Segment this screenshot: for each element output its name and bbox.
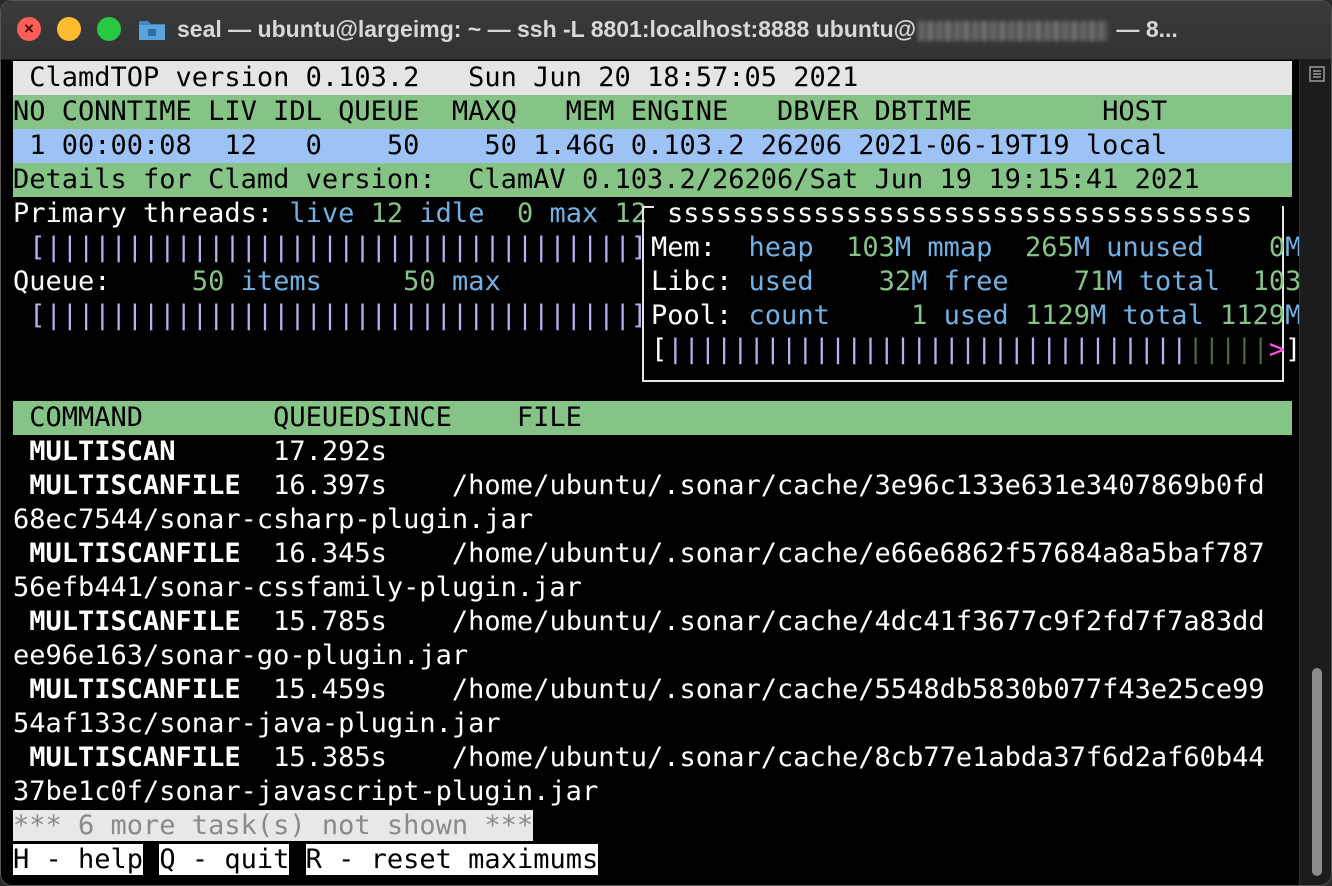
libc-free-label: free xyxy=(943,266,1009,297)
threads-live-value: 12 xyxy=(370,198,404,229)
threads-line: Primary threads: live 12 idle 0 max 12 xyxy=(13,197,647,231)
queue-bar: [||||||||||||||||||||||||||||||||||||] xyxy=(13,300,647,331)
libc-total-label: total xyxy=(1138,266,1221,297)
task-row[interactable]: MULTISCAN 17.292s xyxy=(13,435,387,469)
task-file-cont: ee96e163/sonar-go-plugin.jar xyxy=(13,640,469,671)
mem-line: Mem: heap 103M mmap 265M unused 0M xyxy=(651,232,1302,263)
pool-bar-empty: ||||| xyxy=(1187,334,1269,365)
redacted-host xyxy=(918,20,1109,41)
pool-bar-fill: |||||||||||||||||||||||||||||||| xyxy=(667,334,1188,365)
more-tasks-notice: *** 6 more task(s) not shown *** xyxy=(13,810,534,841)
libc-used-label: used xyxy=(748,266,814,297)
pool-label: Pool: xyxy=(651,300,733,331)
details-line: Details for Clamd version: ClamAV 0.103.… xyxy=(13,163,1292,197)
pool-count-value: 1 xyxy=(911,300,928,331)
task-row[interactable]: MULTISCANFILE 15.459s /home/ubuntu/.sona… xyxy=(13,673,1265,707)
threads-bar: [||||||||||||||||||||||||||||||||||||] xyxy=(13,232,647,263)
libc-free-value: 71 xyxy=(1073,266,1107,297)
window-title-prefix: seal — ubuntu@largeimg: ~ — ssh -L 8801:… xyxy=(177,16,917,42)
mmap-value: 265 xyxy=(1024,232,1074,263)
threads-live-label: live xyxy=(289,198,355,229)
window-title: seal — ubuntu@largeimg: ~ — ssh -L 8801:… xyxy=(177,13,1319,45)
libc-label: Libc: xyxy=(651,266,733,297)
queue-label: Queue: xyxy=(13,266,111,297)
queue-max-value: 50 xyxy=(403,266,436,297)
threads-label: Primary threads: xyxy=(13,198,290,229)
task-row[interactable]: MULTISCANFILE 15.785s /home/ubuntu/.sona… xyxy=(13,605,1265,639)
help-key[interactable]: H - help xyxy=(13,844,144,875)
close-button[interactable]: × xyxy=(17,17,41,41)
task-command: MULTISCAN xyxy=(13,436,176,467)
reset-maximums-key[interactable]: R - reset maximums xyxy=(305,844,599,875)
task-command: MULTISCANFILE xyxy=(13,674,241,705)
task-since: 16.397s xyxy=(240,470,387,501)
task-command: MULTISCANFILE xyxy=(13,538,241,569)
pool-used-label: used xyxy=(943,300,1009,331)
task-file-cont: 56efb441/sonar-cssfamily-plugin.jar xyxy=(13,572,582,603)
task-file-cont: 68ec7544/sonar-csharp-plugin.jar xyxy=(13,504,534,535)
task-since: 15.385s xyxy=(240,742,387,773)
scrollbar[interactable] xyxy=(1299,60,1331,885)
folder-icon xyxy=(139,21,165,40)
queue-items-value: 50 xyxy=(191,266,225,297)
mem-label: Mem: xyxy=(651,232,717,263)
task-since: 15.785s xyxy=(240,606,387,637)
close-icon: × xyxy=(24,19,34,38)
connection-row[interactable]: 1 00:00:08 12 0 50 50 1.46G 0.103.2 2620… xyxy=(13,129,1292,163)
pool-line: Pool: count 1 used 1129M total 1129M xyxy=(651,300,1302,331)
task-file: /home/ubuntu/.sonar/cache/e66e6862f57684… xyxy=(386,538,1265,569)
task-since: 17.292s xyxy=(175,436,387,467)
memory-box-top: ssssssssssssssssssssssssssssssssssss xyxy=(667,198,1253,229)
task-file: /home/ubuntu/.sonar/cache/4dc41f3677c9f2… xyxy=(386,606,1265,637)
heap-value: 103 xyxy=(846,232,895,263)
heap-label: heap xyxy=(748,232,814,263)
task-since: 15.459s xyxy=(240,674,387,705)
task-file: /home/ubuntu/.sonar/cache/3e96c133e631e3… xyxy=(386,470,1265,501)
unused-value: 0 xyxy=(1268,232,1286,263)
title-bar[interactable]: × seal — ubuntu@largeimg: ~ — ssh -L 880… xyxy=(1,1,1331,60)
libc-total-value: 103 xyxy=(1252,266,1302,297)
pool-total-value: 1129 xyxy=(1220,300,1286,331)
pool-bar-arrow: > xyxy=(1268,334,1285,365)
queue-items-label: items xyxy=(240,266,322,297)
task-row[interactable]: MULTISCANFILE 16.345s /home/ubuntu/.sona… xyxy=(13,537,1265,571)
task-row[interactable]: MULTISCANFILE 16.397s /home/ubuntu/.sona… xyxy=(13,469,1265,503)
window-title-suffix: — 8... xyxy=(1110,16,1178,42)
pool-count-label: count xyxy=(748,300,830,331)
terminal-content[interactable]: ClamdTOP version 0.103.2 Sun Jun 20 18:5… xyxy=(1,60,1318,885)
libc-used-value: 32 xyxy=(878,266,912,297)
task-command: MULTISCANFILE xyxy=(13,606,241,637)
task-command: MULTISCANFILE xyxy=(13,470,241,501)
footer-keys: H - help Q - quit R - reset maximums xyxy=(13,843,599,877)
more-tasks-line: *** 6 more task(s) not shown *** xyxy=(13,809,534,843)
task-file: /home/ubuntu/.sonar/cache/5548db5830b077… xyxy=(386,674,1265,705)
version-line: ClamdTOP version 0.103.2 Sun Jun 20 18:5… xyxy=(13,61,1292,95)
tasks-columns: COMMAND QUEUEDSINCE FILE xyxy=(13,401,1292,435)
mmap-label: mmap xyxy=(927,232,993,263)
pool-total-label: total xyxy=(1122,300,1204,331)
threads-idle-label: idle xyxy=(419,198,485,229)
task-since: 16.345s xyxy=(240,538,387,569)
threads-max-label: max xyxy=(549,198,599,229)
queue-line: Queue: 50 items 50 max xyxy=(13,265,501,299)
task-file-cont: 54af133c/sonar-java-plugin.jar xyxy=(13,708,501,739)
terminal-window: × seal — ubuntu@largeimg: ~ — ssh -L 880… xyxy=(0,0,1332,886)
task-row[interactable]: MULTISCANFILE 15.385s /home/ubuntu/.sona… xyxy=(13,741,1265,775)
queue-max-label: max xyxy=(451,266,501,297)
task-file-cont: 37be1c0f/sonar-javascript-plugin.jar xyxy=(13,776,599,807)
libc-line: Libc: used 32M free 71M total 103M xyxy=(651,266,1318,297)
unused-label: unused xyxy=(1106,232,1204,263)
minimize-button[interactable] xyxy=(57,17,81,41)
threads-idle-value: 0 xyxy=(516,198,534,229)
scroll-thumb[interactable] xyxy=(1312,668,1322,876)
menu-icon[interactable] xyxy=(1309,66,1325,82)
zoom-button[interactable] xyxy=(97,17,121,41)
task-file: /home/ubuntu/.sonar/cache/8cb77e1abda37f… xyxy=(386,742,1265,773)
pool-used-value: 1129 xyxy=(1024,300,1090,331)
connection-columns: NO CONNTIME LIV IDL QUEUE MAXQ MEM ENGIN… xyxy=(13,95,1292,129)
pool-bar: [|||||||||||||||||||||||||||||||||||||>] xyxy=(651,334,1302,365)
task-command: MULTISCANFILE xyxy=(13,742,241,773)
quit-key[interactable]: Q - quit xyxy=(159,844,290,875)
